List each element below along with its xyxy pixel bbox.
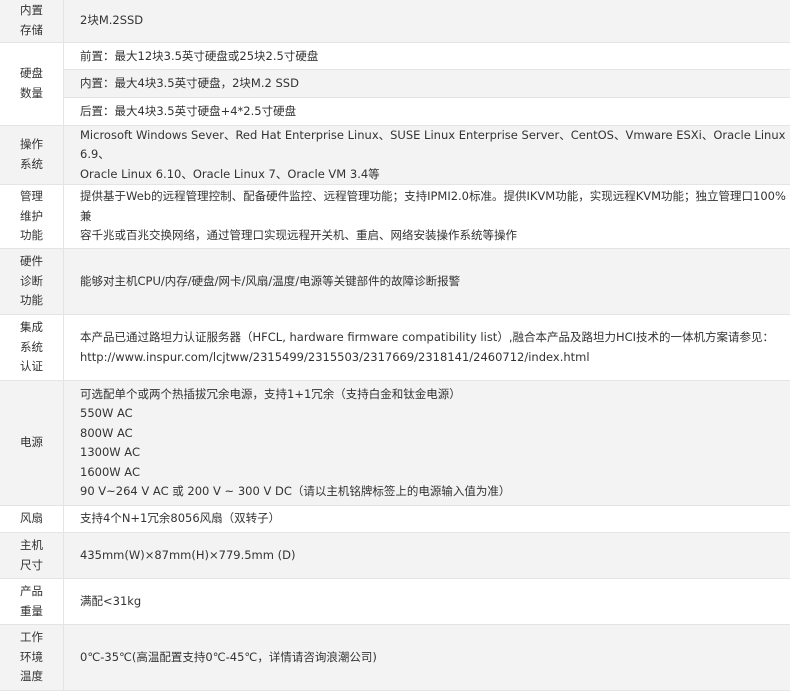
row-value: 435mm(W)×87mm(H)×779.5mm (D) [64,533,790,579]
row-disks: 硬盘数量 前置：最大12块3.5英寸硬盘或25块2.5寸硬盘 内置：最大4块3.… [0,42,790,125]
row-value: 支持4个N+1冗余8056风扇（双转子） [64,506,790,533]
row-label: 内置存储 [0,0,64,42]
disk-front: 前置：最大12块3.5英寸硬盘或25块2.5寸硬盘 [64,43,790,71]
row-os: 操作系统 Microsoft Windows Sever、Red Hat Ent… [0,125,790,185]
row-label: 工作环境温度 [0,625,64,691]
row-value: 2块M.2SSD [64,0,790,42]
row-label: 管理维护功能 [0,185,64,249]
row-value: Microsoft Windows Sever、Red Hat Enterpri… [64,125,790,185]
row-label: 产品重量 [0,579,64,625]
row-value: 满配<31kg [64,579,790,625]
row-weight: 产品重量 满配<31kg [0,579,790,625]
row-storage: 内置存储 2块M.2SSD [0,0,790,42]
row-label: 操作系统 [0,125,64,185]
row-certification: 集成系统认证 本产品已通过路坦力认证服务器（HFCL, hardware fir… [0,315,790,381]
row-value: 前置：最大12块3.5英寸硬盘或25块2.5寸硬盘 内置：最大4块3.5英寸硬盘… [64,42,790,125]
row-management: 管理维护功能 提供基于Web的远程管理控制、配备硬件监控、远程管理功能；支持IP… [0,185,790,249]
row-fans: 风扇 支持4个N+1冗余8056风扇（双转子） [0,506,790,533]
disk-rear: 后置：最大4块3.5英寸硬盘+4*2.5寸硬盘 [64,98,790,125]
row-temperature: 工作环境温度 0℃-35℃(高温配置支持0℃-45℃，详情请咨询浪潮公司) [0,625,790,691]
row-label: 主机尺寸 [0,533,64,579]
row-value: 可选配单个或两个热插拔冗余电源，支持1+1冗余（支持白金和钛金电源） 550W … [64,381,790,506]
row-dimensions: 主机尺寸 435mm(W)×87mm(H)×779.5mm (D) [0,533,790,579]
row-value: 提供基于Web的远程管理控制、配备硬件监控、远程管理功能；支持IPMI2.0标准… [64,185,790,249]
row-label: 风扇 [0,506,64,533]
disk-internal: 内置：最大4块3.5英寸硬盘，2块M.2 SSD [64,70,790,98]
row-power: 电源 可选配单个或两个热插拔冗余电源，支持1+1冗余（支持白金和钛金电源） 55… [0,381,790,506]
spec-table: 内置存储 2块M.2SSD 硬盘数量 前置：最大12块3.5英寸硬盘或25块2.… [0,0,790,691]
row-value: 能够对主机CPU/内存/硬盘/网卡/风扇/温度/电源等关键部件的故障诊断报警 [64,249,790,315]
row-value: 本产品已通过路坦力认证服务器（HFCL, hardware firmware c… [64,315,790,381]
row-label: 电源 [0,381,64,506]
row-diagnostics: 硬件诊断功能 能够对主机CPU/内存/硬盘/网卡/风扇/温度/电源等关键部件的故… [0,249,790,315]
row-label: 硬件诊断功能 [0,249,64,315]
row-label: 硬盘数量 [0,42,64,125]
row-value: 0℃-35℃(高温配置支持0℃-45℃，详情请咨询浪潮公司) [64,625,790,691]
row-label: 集成系统认证 [0,315,64,381]
